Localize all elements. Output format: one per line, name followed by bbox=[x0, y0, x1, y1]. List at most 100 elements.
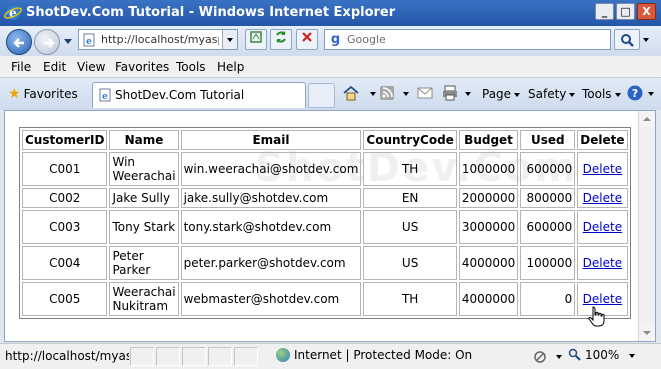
menu-view[interactable]: View bbox=[77, 60, 105, 74]
tools-menu[interactable]: Tools bbox=[582, 87, 621, 101]
compatibility-icon bbox=[250, 31, 262, 43]
header-budget: Budget bbox=[458, 130, 519, 150]
table-row: C002 Jake Sully jake.sully@shotdev.com E… bbox=[22, 188, 628, 208]
security-zone[interactable]: Internet | Protected Mode: On bbox=[276, 348, 472, 362]
hand-cursor-icon bbox=[588, 306, 605, 327]
cell-countrycode: TH bbox=[363, 152, 457, 186]
cell-delete: Delete bbox=[577, 152, 628, 186]
delete-link[interactable]: Delete bbox=[583, 162, 622, 176]
google-icon: g bbox=[327, 31, 344, 48]
status-segment bbox=[234, 347, 258, 366]
header-delete: Delete bbox=[577, 130, 628, 150]
chevron-down-icon bbox=[569, 92, 576, 97]
header-customerid: CustomerID bbox=[22, 130, 108, 150]
refresh-icon bbox=[276, 31, 286, 43]
status-segment bbox=[182, 347, 206, 366]
table-row: C001 Win Weerachai win.weerachai@shotdev… bbox=[22, 152, 628, 186]
delete-link[interactable]: Delete bbox=[583, 256, 622, 270]
header-email: Email bbox=[180, 130, 362, 150]
refresh-button[interactable] bbox=[270, 29, 292, 50]
new-tab-button[interactable] bbox=[308, 83, 335, 108]
feeds-dropdown[interactable] bbox=[403, 92, 409, 96]
help-dropdown[interactable] bbox=[648, 92, 654, 96]
cell-customerid: C002 bbox=[22, 188, 108, 208]
print-icon[interactable] bbox=[441, 84, 459, 102]
menu-edit[interactable]: Edit bbox=[43, 60, 66, 74]
print-dropdown[interactable] bbox=[465, 92, 471, 96]
cell-name: Weerachai Nukitram bbox=[109, 282, 179, 316]
cell-used: 0 bbox=[520, 282, 576, 316]
vertical-scrollbar[interactable] bbox=[638, 111, 655, 341]
page-menu[interactable]: Page bbox=[482, 87, 521, 101]
status-segment bbox=[208, 347, 232, 366]
pop-up-blocker-icon[interactable] bbox=[532, 349, 548, 365]
status-segment bbox=[130, 347, 154, 366]
favorites-label: Favorites bbox=[23, 87, 78, 101]
tab-bar: ★ Favorites e ShotDev.Com Tutorial Page S… bbox=[0, 78, 661, 110]
home-dropdown[interactable] bbox=[370, 92, 376, 96]
cell-name: Jake Sully bbox=[109, 188, 179, 208]
stop-icon bbox=[302, 32, 312, 42]
status-bar: http://localhost/myasp/as Internet | Pro… bbox=[0, 343, 661, 369]
globe-icon bbox=[276, 348, 290, 362]
search-button[interactable] bbox=[614, 29, 649, 50]
cell-delete: Delete bbox=[577, 188, 628, 208]
address-bar[interactable]: e http://localhost/myasp/a bbox=[78, 29, 238, 50]
security-zone-label: Internet | Protected Mode: On bbox=[294, 348, 473, 362]
cell-budget: 4000000 bbox=[458, 282, 519, 316]
customer-table: CustomerID Name Email CountryCode Budget… bbox=[19, 127, 631, 319]
chevron-down-icon bbox=[614, 92, 621, 97]
table-row: C003 Tony Stark tony.stark@shotdev.com U… bbox=[22, 210, 628, 244]
home-icon[interactable] bbox=[342, 84, 360, 102]
page-tab-icon: e bbox=[99, 88, 111, 102]
close-window-button[interactable]: X bbox=[637, 3, 656, 20]
cell-budget: 4000000 bbox=[458, 246, 519, 280]
ie-logo-icon: e bbox=[4, 6, 22, 20]
menu-help[interactable]: Help bbox=[217, 60, 244, 74]
compatibility-view-button[interactable] bbox=[245, 29, 267, 50]
cell-email: tony.stark@shotdev.com bbox=[180, 210, 362, 244]
recent-pages-dropdown[interactable] bbox=[64, 39, 72, 44]
search-box[interactable]: g Google bbox=[324, 29, 611, 50]
cell-email: jake.sully@shotdev.com bbox=[180, 188, 362, 208]
back-arrow-icon bbox=[13, 38, 24, 48]
address-dropdown[interactable] bbox=[222, 30, 237, 49]
window-title: ShotDev.Com Tutorial - Windows Internet … bbox=[26, 5, 396, 20]
menu-tools[interactable]: Tools bbox=[176, 60, 206, 74]
feeds-icon[interactable] bbox=[378, 84, 396, 102]
pop-up-dropdown[interactable] bbox=[556, 355, 562, 359]
page-content: ShotDev.Com CustomerID Name Email Countr… bbox=[4, 110, 656, 342]
back-button[interactable] bbox=[6, 29, 32, 55]
zoom-dropdown bbox=[629, 353, 636, 358]
tab-label: ShotDev.Com Tutorial bbox=[115, 88, 245, 102]
maximize-button[interactable]: □ bbox=[616, 3, 635, 20]
cell-name: Peter Parker bbox=[109, 246, 179, 280]
table-row: C004 Peter Parker peter.parker@shotdev.c… bbox=[22, 246, 628, 280]
cell-countrycode: US bbox=[363, 246, 457, 280]
delete-link[interactable]: Delete bbox=[583, 292, 622, 306]
address-url: http://localhost/myasp/a bbox=[101, 33, 219, 46]
delete-link[interactable]: Delete bbox=[583, 220, 622, 234]
scroll-down-button[interactable] bbox=[639, 325, 655, 341]
menu-favorites[interactable]: Favorites bbox=[115, 60, 169, 74]
scroll-up-button[interactable] bbox=[639, 111, 655, 127]
help-icon[interactable]: ? bbox=[626, 84, 644, 102]
status-segment bbox=[156, 347, 180, 366]
zoom-label: 100% bbox=[585, 348, 620, 362]
tab-current[interactable]: e ShotDev.Com Tutorial bbox=[92, 82, 306, 108]
stop-button[interactable] bbox=[296, 29, 318, 50]
delete-link[interactable]: Delete bbox=[583, 191, 622, 205]
cell-email: webmaster@shotdev.com bbox=[180, 282, 362, 316]
forward-button[interactable] bbox=[34, 29, 60, 55]
favorites-button[interactable]: ★ Favorites bbox=[8, 86, 78, 102]
tools-menu-label: Tools bbox=[582, 87, 612, 101]
cell-used: 800000 bbox=[520, 188, 576, 208]
menu-file[interactable]: File bbox=[11, 60, 31, 74]
cell-used: 600000 bbox=[520, 210, 576, 244]
zoom-control[interactable]: 100% bbox=[568, 348, 636, 362]
minimize-button[interactable]: _ bbox=[595, 3, 614, 20]
title-bar: e ShotDev.Com Tutorial - Windows Interne… bbox=[0, 0, 661, 26]
cell-email: peter.parker@shotdev.com bbox=[180, 246, 362, 280]
safety-menu[interactable]: Safety bbox=[528, 87, 576, 101]
mail-icon[interactable] bbox=[416, 84, 434, 102]
